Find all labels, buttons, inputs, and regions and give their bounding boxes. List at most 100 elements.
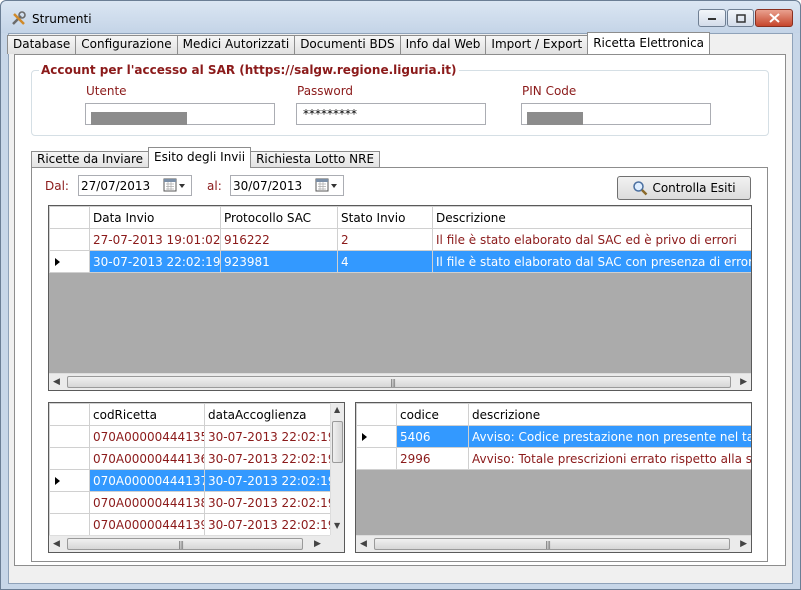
current-row-icon [55,257,60,266]
row-header[interactable] [356,447,397,470]
pin-label: PIN Code [522,84,577,98]
tab-documenti-bds[interactable]: Documenti BDS [294,35,401,54]
horizontal-scrollbar[interactable]: ◀ ||| ▶ [49,373,751,390]
scroll-up-icon[interactable]: ▲ [334,405,340,414]
table-row[interactable]: 070A00000444139 30-07-2013 22:02:19 [49,513,332,536]
current-row-icon [55,476,60,485]
table-row-selected[interactable]: 30-07-2013 22:02:19 923981 4 Il file è s… [49,250,751,273]
scroll-right-icon[interactable]: ▶ [740,377,747,387]
row-header[interactable] [49,425,90,448]
row-header-corner [49,403,90,426]
column-header[interactable]: Data Invio [89,206,221,229]
tab-medici-autorizzati[interactable]: Medici Autorizzati [176,35,296,54]
table-row[interactable]: 070A00000444135 30-07-2013 22:02:19 [49,425,332,448]
row-header[interactable] [49,250,90,273]
scroll-corner [330,535,344,552]
scroll-left-icon[interactable]: ◀ [360,539,367,549]
tab-import-export[interactable]: Import / Export [485,35,589,54]
table-cell[interactable]: 070A00000444138 [89,491,205,514]
row-header[interactable] [49,513,90,536]
scroll-thumb[interactable] [332,421,343,463]
ricette-header-row: codRicetta dataAccoglienza [49,403,332,426]
scroll-thumb[interactable]: ||| [67,538,303,550]
tab-info-dal-web[interactable]: Info dal Web [399,35,487,54]
scroll-thumb[interactable]: ||| [67,376,731,388]
scroll-thumb[interactable]: ||| [374,538,730,550]
from-date-picker[interactable]: 27/07/2013 [78,175,192,196]
table-cell[interactable]: Il file è stato elaborato dal SAC ed è p… [432,228,751,251]
table-cell[interactable]: 923981 [220,250,338,273]
tab-richiesta-lotto-nre[interactable]: Richiesta Lotto NRE [250,151,381,168]
tab-ricetta-elettronica[interactable]: Ricetta Elettronica [587,32,711,54]
table-cell[interactable]: 30-07-2013 22:02:19 [204,447,332,470]
tools-icon [12,11,26,25]
table-cell[interactable]: 2 [337,228,433,251]
table-cell[interactable]: 070A00000444136 [89,447,205,470]
table-row[interactable]: 070A00000444138 30-07-2013 22:02:19 [49,491,332,514]
tab-configurazione[interactable]: Configurazione [75,35,178,54]
to-date-label: al: [207,179,222,193]
table-row-selected[interactable]: 5406 Avviso: Codice prestazione non pres… [356,425,751,448]
to-date-picker[interactable]: 30/07/2013 [230,175,344,196]
table-cell[interactable]: Avviso: Totale prescrizioni errato rispe… [468,447,751,470]
row-header[interactable] [49,469,90,492]
table-cell[interactable]: 30-07-2013 22:02:19 [204,425,332,448]
row-header[interactable] [49,447,90,470]
column-header[interactable]: dataAccoglienza [204,403,332,426]
table-row[interactable]: 27-07-2013 19:01:02 916222 2 Il file è s… [49,228,751,251]
scroll-down-icon[interactable]: ▼ [334,521,340,530]
column-header[interactable]: descrizione [468,403,751,426]
table-cell[interactable]: 30-07-2013 22:02:19 [204,491,332,514]
invii-header-row: Data Invio Protocollo SAC Stato Invio De… [49,206,751,229]
window-title: Strumenti [32,12,92,26]
column-header[interactable]: Protocollo SAC [220,206,338,229]
table-cell[interactable]: 916222 [220,228,338,251]
calendar-dropdown-icon[interactable] [315,178,339,193]
maximize-button[interactable] [727,9,754,27]
column-header[interactable]: codice [396,403,469,426]
tab-esito-degli-invii[interactable]: Esito degli Invii [148,147,252,168]
row-header[interactable] [49,491,90,514]
table-cell[interactable]: Avviso: Codice prestazione non presente … [468,425,751,448]
row-header-corner [49,206,90,229]
vertical-scrollbar[interactable]: ▲ ▼ [330,403,344,535]
controlla-esiti-button[interactable]: Controlla Esiti [617,176,751,200]
close-button[interactable] [755,9,793,27]
scroll-right-icon[interactable]: ▶ [740,539,747,549]
scroll-right-icon[interactable]: ▶ [314,539,321,549]
table-cell[interactable]: 30-07-2013 22:02:19 [89,250,221,273]
calendar-dropdown-icon[interactable] [163,178,187,193]
password-label: Password [297,84,354,98]
row-header-corner [356,403,397,426]
user-field[interactable] [85,103,275,125]
table-cell[interactable]: 2996 [396,447,469,470]
table-row[interactable]: 070A00000444136 30-07-2013 22:02:19 [49,447,332,470]
table-cell[interactable]: 070A00000444135 [89,425,205,448]
table-cell[interactable]: Il file è stato elaborato dal SAC con pr… [432,250,751,273]
table-row[interactable]: 2996 Avviso: Totale prescrizioni errato … [356,447,751,470]
table-cell[interactable]: 27-07-2013 19:01:02 [89,228,221,251]
table-cell[interactable]: 4 [337,250,433,273]
table-cell[interactable]: 5406 [396,425,469,448]
tab-ricette-da-inviare[interactable]: Ricette da Inviare [31,151,150,168]
title-bar[interactable]: Strumenti [1,1,800,33]
horizontal-scrollbar[interactable]: ◀ ||| ▶ [356,535,751,552]
pin-field[interactable] [521,103,711,125]
column-header[interactable]: Stato Invio [337,206,433,229]
table-cell[interactable]: 30-07-2013 22:02:19 [204,469,332,492]
controlla-esiti-label: Controlla Esiti [652,181,736,195]
minimize-button[interactable] [698,9,726,27]
table-row-selected[interactable]: 070A00000444137 30-07-2013 22:02:19 [49,469,332,492]
table-cell[interactable]: 070A00000444139 [89,513,205,536]
table-cell[interactable]: 30-07-2013 22:02:19 [204,513,332,536]
row-header[interactable] [356,425,397,448]
horizontal-scrollbar[interactable]: ◀ ||| ▶ [49,535,330,552]
scroll-left-icon[interactable]: ◀ [53,539,60,549]
column-header[interactable]: Descrizione [432,206,751,229]
column-header[interactable]: codRicetta [89,403,205,426]
password-field[interactable]: ********* [296,103,486,125]
row-header[interactable] [49,228,90,251]
table-cell[interactable]: 070A00000444137 [89,469,205,492]
tab-database[interactable]: Database [7,35,77,54]
scroll-left-icon[interactable]: ◀ [53,377,60,387]
